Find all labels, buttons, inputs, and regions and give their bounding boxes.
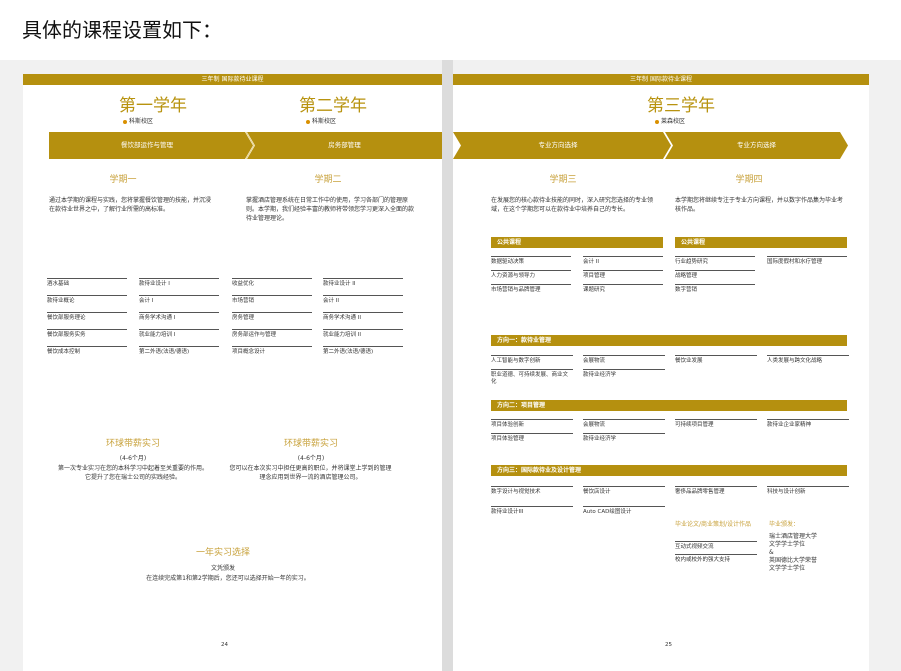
sem4-desc: 本学期您将继续专注于专业方向课程，并以数字作品集为毕业考核作品。 [675, 197, 844, 213]
right-page: 三年制 国际款待业课程 第三学年 莱森校区 专业方向选择 专业方向选择 学期三 … [453, 74, 869, 671]
page-heading: 具体的课程设置如下： [22, 18, 222, 42]
track1-header: 方向一：款待业管理 [491, 335, 847, 346]
sem3-desc: 在发展您的核心款待业技能的同时，深入研究您选择的专业领域，在这个学期您可以在款待… [491, 197, 654, 213]
left-topbar: 三年制 国际款待业课程 [23, 74, 442, 85]
sem3-title: 学期三 [549, 175, 577, 185]
course-item: 市场营销与品牌管理 [491, 284, 571, 294]
course-item: 款待业设计 II [323, 278, 403, 288]
sem2-title: 学期二 [314, 175, 342, 185]
intern1-desc: 第一次专业实习在您的本科学习中起着至关重要的作用。它提升了您在瑞士公司的实践经验… [57, 465, 208, 481]
track-course-item: 会展物流 [583, 419, 665, 429]
year2-band-label: 房务部管理 [328, 141, 361, 149]
track-course-item: 会展物流 [583, 355, 665, 365]
right-topbar: 三年制 国际款待业课程 [453, 74, 869, 85]
intern1-title: 环球带薪实习 [105, 439, 160, 449]
track-course-item: 款待业经济学 [583, 369, 665, 379]
track-band-label-2: 专业方向选择 [737, 141, 776, 149]
course-item: 互动式视频交流 [675, 541, 757, 551]
gap-year-sub: 文凭颁发 [210, 565, 235, 572]
track-course-item: 项目体验管理 [491, 433, 573, 443]
track3-header: 方向三：国际款待业及设计管理 [491, 465, 847, 476]
sem2-desc: 掌握酒店管理系统在日常工作中的使用，学习各部门的管理原则。本学期，我们经验丰富的… [246, 197, 415, 222]
year2-campus-label: 科斯校区 [312, 118, 337, 125]
course-item: 款待业设计 I [139, 278, 219, 288]
track-band: 专业方向选择 专业方向选择 [453, 132, 848, 159]
course-item: 课题研究 [583, 284, 663, 294]
portfolio-title: 毕业论文/商业策划/设计作品 [675, 521, 752, 528]
gap-year-desc: 在连续完成第1和第2学期后，您还可以选择开始一年的实习。 [146, 575, 310, 582]
sem1-desc: 通过本学期的课程与实践，您将掌握餐饮管理的技能，并沉浸在款待业世界之中，了解行业… [49, 197, 212, 213]
degree-line: 文学学士学位 [769, 541, 806, 548]
course-item: 项目管理 [583, 270, 663, 280]
track-course-item: Auto CAD绘图设计 [583, 506, 665, 516]
course-item: 市场营销 [232, 295, 312, 305]
track-course-item: 款待业经济学 [583, 433, 665, 443]
course-item: 人力资源与领导力 [491, 270, 571, 280]
course-item: 就业能力培训 II [323, 329, 403, 339]
course-item: 商务学术沟通 II [323, 312, 403, 322]
track-band-label-1: 专业方向选择 [538, 141, 578, 149]
course-item: 房务管理 [232, 312, 312, 322]
course-item: 数据驱动决策 [491, 256, 571, 266]
intern1-months: (4-6个月) [119, 455, 147, 462]
course-item: 行业趋势研究 [675, 256, 755, 266]
common4-header: 公共课程 [675, 237, 847, 248]
course-item: 款待业概论 [47, 295, 127, 305]
intern2-months: (4-6个月) [297, 455, 325, 462]
course-item: 第二外语(法语/德语) [323, 346, 403, 356]
year3-title: 第三学年 [647, 96, 715, 116]
track-course-item: 款待业设计III [491, 506, 573, 516]
course-item: 会计 II [323, 295, 403, 305]
course-item: 第二外语(法语/德语) [139, 346, 219, 356]
track-course-item: 科技与设计创新 [767, 486, 849, 496]
degree-line: 文学学士学位 [769, 565, 806, 572]
degree-title: 毕业颁发： [769, 521, 800, 528]
course-item: 商务学术沟通 I [139, 312, 219, 322]
left-page: 三年制 国际款待业课程 第一学年 科斯校区 第二学年 科斯校区 餐饮部运作与管理… [23, 74, 442, 671]
track-course-item: 餐饮店设计 [583, 486, 665, 496]
intern2-title: 环球带薪实习 [283, 439, 338, 449]
year1-band-label: 餐饮部运作与管理 [121, 141, 173, 149]
track-course-item: 奢侈品品牌零售管理 [675, 486, 757, 496]
book-gutter [442, 60, 453, 671]
course-item: 餐饮部服务实务 [47, 329, 127, 339]
track-course-item: 数字设计与视觉技术 [491, 486, 573, 496]
track-course-item: 人类发展与跨文化战略 [767, 355, 849, 365]
course-item: 会计 I [139, 295, 219, 305]
course-item: 项目概念设计 [232, 346, 312, 356]
year1-title: 第一学年 [119, 96, 187, 116]
sem4-title: 学期四 [735, 175, 763, 185]
year-band: 餐饮部运作与管理 房务部管理 [49, 132, 442, 159]
common3-header: 公共课程 [491, 237, 663, 248]
year3-campus-label: 莱森校区 [661, 118, 686, 125]
year3-campus: 莱森校区 [655, 116, 685, 125]
track2-header: 方向二：项目管理 [491, 400, 847, 411]
course-item: 餐饮部服务理论 [47, 312, 127, 322]
track-course-item: 人工智能与数字创新 [491, 355, 573, 365]
track-course-item: 餐饮业发展 [675, 355, 757, 365]
track-course-item: 款待业企业家精神 [767, 419, 849, 429]
course-item: 就业能力培训 I [139, 329, 219, 339]
course-item: 会计 II [583, 256, 663, 266]
right-page-number: 25 [665, 642, 672, 648]
course-item: 收益优化 [232, 278, 312, 288]
track-course-item: 项目体验创新 [491, 419, 573, 429]
course-item: 房务部运作与管理 [232, 329, 312, 339]
course-item: 校内或校外的强大支持 [675, 554, 757, 564]
course-item: 数字营销 [675, 284, 755, 294]
intern2-desc: 您可以在本次实习中担任更高的职位，并将课堂上学到的管理理念应用到世界一流的酒店管… [229, 465, 392, 481]
year2-campus: 科斯校区 [306, 116, 336, 125]
year1-campus-label: 科斯校区 [129, 118, 154, 125]
course-item: 战略管理 [675, 270, 755, 280]
sem1-title: 学期一 [109, 175, 137, 185]
left-page-number: 24 [221, 642, 228, 648]
year2-title: 第二学年 [299, 96, 367, 116]
track-course-item: 可持续项目管理 [675, 419, 757, 429]
year1-campus: 科斯校区 [123, 116, 153, 125]
course-item: 酒水基础 [47, 278, 127, 288]
track-course-item: 职业道德、可持续发展、商业文化 [491, 369, 573, 386]
gap-year-title: 一年实习选择 [195, 548, 250, 558]
course-item: 国际度假村和水疗管理 [767, 256, 847, 266]
course-item: 餐饮成本控制 [47, 346, 127, 356]
